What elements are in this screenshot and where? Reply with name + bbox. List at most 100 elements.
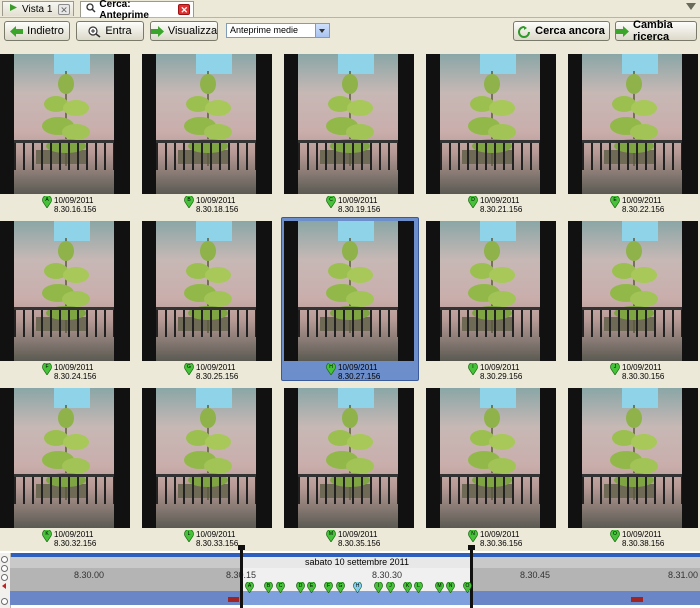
thumbnail-item[interactable]: F 10/09/2011 8.30.24.156 — [0, 221, 138, 385]
thumbnail-date: 10/09/2011 — [54, 196, 94, 205]
thumbnail-image[interactable] — [568, 54, 698, 194]
thumbnail-image[interactable] — [0, 54, 130, 194]
thumbnail-item[interactable]: I 10/09/2011 8.30.29.156 — [426, 221, 564, 385]
timeline-control-button[interactable] — [1, 565, 8, 572]
timeline-tick-label: 8.30.00 — [74, 570, 105, 580]
marker-letter: M — [328, 531, 334, 537]
timeline-range-start-handle[interactable] — [238, 545, 245, 608]
thumbnail-item[interactable]: A 10/09/2011 8.30.16.156 — [0, 54, 138, 218]
thumbnail-image[interactable] — [0, 388, 130, 528]
arrow-right-icon — [150, 25, 164, 37]
close-tab-icon[interactable]: ✕ — [58, 3, 70, 15]
play-icon — [7, 3, 19, 15]
thumbnail-image[interactable] — [284, 54, 414, 194]
thumbnail-image[interactable] — [142, 221, 272, 361]
timeline-range-end-handle[interactable] — [468, 545, 475, 608]
timeline-marker-pin-icon[interactable]: H — [353, 582, 362, 593]
arrow-right-icon — [616, 25, 629, 37]
thumbnail-item[interactable]: N 10/09/2011 8.30.36.156 — [426, 388, 564, 552]
thumbnail-time: 8.30.22.156 — [622, 205, 665, 214]
chevron-down-icon[interactable] — [315, 24, 329, 37]
thumbnail-time: 8.30.35.156 — [338, 539, 381, 548]
enter-button[interactable]: Entra — [76, 21, 144, 41]
timeline-scroll-left-icon[interactable] — [2, 583, 6, 589]
marker-letter: F — [45, 364, 49, 370]
thumbnail-item[interactable]: B 10/09/2011 8.30.18.156 — [142, 54, 280, 218]
view-label: Visualizza — [167, 25, 218, 37]
thumbnail-image[interactable] — [142, 388, 272, 528]
preview-size-value: Anteprime medie — [230, 25, 299, 35]
thumbnail-item[interactable]: O 10/09/2011 8.30.38.156 — [568, 388, 700, 552]
change-search-button[interactable]: Cambia ricerca — [615, 19, 697, 43]
back-button[interactable]: Indietro — [4, 21, 70, 41]
timeline-marker-pin-icon[interactable]: K — [403, 582, 412, 593]
thumbnail-image[interactable] — [426, 388, 556, 528]
thumbnail-item[interactable]: D 10/09/2011 8.30.21.156 — [426, 54, 564, 218]
tab-vista-1[interactable]: Vista 1 ✕ — [2, 1, 74, 16]
marker-letter: J — [613, 364, 617, 370]
timeline-track-selection[interactable] — [241, 591, 473, 605]
thumbnail-time: 8.30.32.156 — [54, 539, 97, 548]
marker-letter: A — [45, 197, 49, 203]
thumbnail-timestamp: 10/09/2011 8.30.32.156 — [54, 530, 96, 548]
thumbnail-timestamp: 10/09/2011 8.30.21.156 — [480, 196, 522, 214]
thumbnail-timestamp: 10/09/2011 8.30.36.156 — [480, 530, 522, 548]
timeline-marker-letter: H — [355, 583, 360, 589]
marker-letter: B — [187, 197, 191, 203]
thumbnail-timestamp: 10/09/2011 8.30.38.156 — [622, 530, 664, 548]
thumbnail-item[interactable]: L 10/09/2011 8.30.33.156 — [142, 388, 280, 552]
tab-cerca-anteprime[interactable]: Cerca: Anteprime ✕ — [80, 0, 194, 21]
timeline-marker-pin-icon[interactable]: C — [276, 582, 285, 593]
timeline-control-button[interactable] — [1, 574, 8, 581]
timeline-marker-pin-icon[interactable]: B — [264, 582, 273, 593]
marker-pin-icon: H — [326, 362, 336, 376]
timeline-marker-pin-icon[interactable]: N — [446, 582, 455, 593]
timeline-control-button[interactable] — [1, 556, 8, 563]
timeline-marker-pin-icon[interactable]: O — [463, 582, 472, 593]
thumbnail-image[interactable] — [142, 54, 272, 194]
thumbnail-time: 8.30.25.156 — [196, 372, 239, 381]
thumbnail-time: 8.30.24.156 — [54, 372, 97, 381]
search-again-button[interactable]: Cerca ancora — [513, 21, 610, 41]
thumbnail-time: 8.30.29.156 — [480, 372, 523, 381]
tab-label: Vista 1 — [22, 3, 53, 15]
search-again-label: Cerca ancora — [535, 25, 605, 37]
thumbnail-item[interactable]: H 10/09/2011 8.30.27.156 — [281, 217, 422, 385]
thumbnail-item[interactable]: J 10/09/2011 8.30.30.156 — [568, 221, 700, 385]
thumbnail-image[interactable] — [568, 388, 698, 528]
timeline-marker-pin-icon[interactable]: L — [414, 582, 423, 593]
timeline-marker-letter: N — [448, 583, 453, 589]
timeline-marker-pin-icon[interactable]: G — [336, 582, 345, 593]
thumbnail-image[interactable] — [426, 221, 556, 361]
thumbnail-image[interactable] — [568, 221, 698, 361]
preview-size-select[interactable]: Anteprime medie — [226, 23, 330, 38]
timeline-marker-letter: C — [278, 583, 283, 589]
thumbnail-item[interactable]: C 10/09/2011 8.30.19.156 — [284, 54, 422, 218]
marker-pin-icon: D — [468, 195, 478, 209]
thumbnail-item[interactable]: G 10/09/2011 8.30.25.156 — [142, 221, 280, 385]
close-tab-icon[interactable]: ✕ — [178, 4, 190, 15]
timeline-marker-pin-icon[interactable]: M — [435, 582, 444, 593]
thumbnail-date: 10/09/2011 — [622, 530, 662, 539]
thumbnail-item[interactable]: E 10/09/2011 8.30.22.156 — [568, 54, 700, 218]
thumbnail-image[interactable] — [0, 221, 130, 361]
timeline-marker-letter: F — [326, 583, 331, 589]
thumbnail-time: 8.30.19.156 — [338, 205, 381, 214]
tab-menu-arrow-icon[interactable] — [686, 3, 696, 10]
timeline-marker-pin-icon[interactable]: I — [374, 582, 383, 593]
timeline-marker-pin-icon[interactable]: F — [324, 582, 333, 593]
timeline-control-button[interactable] — [1, 598, 8, 605]
thumbnail-date: 10/09/2011 — [196, 530, 236, 539]
timeline-marker-pin-icon[interactable]: A — [245, 582, 254, 593]
timeline-marker-pin-icon[interactable]: D — [296, 582, 305, 593]
marker-letter: C — [329, 197, 333, 203]
timeline-marker-pin-icon[interactable]: J — [386, 582, 395, 593]
thumbnail-image[interactable] — [426, 54, 556, 194]
marker-pin-icon: C — [326, 195, 336, 209]
thumbnail-image[interactable] — [284, 221, 414, 361]
thumbnail-image[interactable] — [284, 388, 414, 528]
thumbnail-item[interactable]: M 10/09/2011 8.30.35.156 — [284, 388, 422, 552]
view-button[interactable]: Visualizza — [150, 21, 218, 41]
thumbnail-item[interactable]: K 10/09/2011 8.30.32.156 — [0, 388, 138, 552]
timeline-marker-pin-icon[interactable]: E — [307, 582, 316, 593]
